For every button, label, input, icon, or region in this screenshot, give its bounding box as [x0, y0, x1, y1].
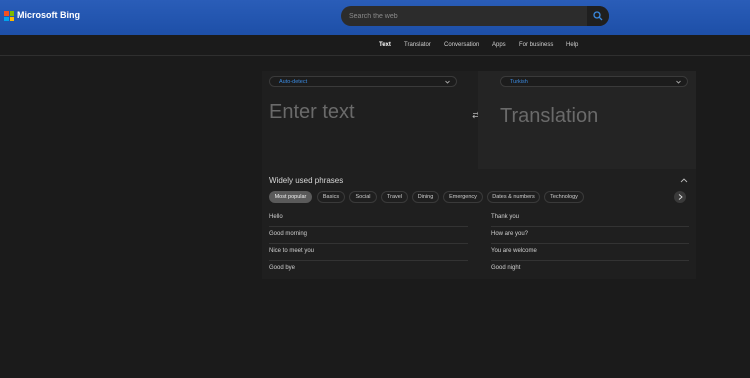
- translator-card: Auto-detect Turkish Translation Widely u…: [262, 71, 696, 279]
- search-button[interactable]: [587, 6, 609, 26]
- divider: [491, 226, 689, 227]
- phrases-title: Widely used phrases: [269, 176, 344, 185]
- phrase-item[interactable]: Good bye: [269, 265, 295, 271]
- chevron-down-icon: [445, 80, 450, 84]
- category-emergency[interactable]: Emergency: [443, 191, 483, 203]
- category-travel[interactable]: Travel: [381, 191, 408, 203]
- nav-help[interactable]: Help: [566, 42, 578, 48]
- translation-output: Translation: [500, 105, 599, 127]
- phrase-item[interactable]: Nice to meet you: [269, 248, 314, 254]
- phrase-item[interactable]: Hello: [269, 214, 283, 220]
- phrase-item[interactable]: How are you?: [491, 231, 528, 237]
- category-dates-numbers[interactable]: Dates & numbers: [487, 191, 540, 203]
- chevron-up-icon[interactable]: [680, 178, 688, 183]
- categories-next-button[interactable]: [674, 191, 686, 203]
- brand-name[interactable]: Microsoft Bing: [17, 10, 80, 20]
- divider: [269, 243, 468, 244]
- divider: [491, 243, 689, 244]
- chevron-right-icon: [678, 194, 683, 200]
- microsoft-logo-icon[interactable]: [4, 11, 14, 21]
- nav-conversation[interactable]: Conversation: [444, 42, 479, 48]
- divider: [269, 226, 468, 227]
- category-technology[interactable]: Technology: [544, 191, 584, 203]
- phrase-item[interactable]: You are welcome: [491, 248, 537, 254]
- category-social[interactable]: Social: [349, 191, 377, 203]
- target-pane: Turkish Translation: [478, 71, 696, 169]
- chevron-down-icon: [676, 80, 681, 84]
- search-icon: [593, 11, 603, 21]
- top-navigation: Text Translator Conversation Apps For bu…: [0, 35, 750, 56]
- source-pane: Auto-detect: [262, 71, 476, 169]
- phrase-item[interactable]: Thank you: [491, 214, 519, 220]
- divider: [491, 260, 689, 261]
- phrase-item[interactable]: Good night: [491, 265, 520, 271]
- source-text-input[interactable]: [269, 101, 469, 131]
- divider: [269, 260, 468, 261]
- phrase-item[interactable]: Good morning: [269, 231, 307, 237]
- header-bar: Microsoft Bing: [0, 0, 750, 35]
- target-language-select[interactable]: Turkish: [500, 76, 688, 87]
- search-box[interactable]: [341, 6, 609, 26]
- nav-for-business[interactable]: For business: [519, 42, 553, 48]
- nav-text[interactable]: Text: [379, 42, 391, 48]
- category-most-popular[interactable]: Most popular: [269, 191, 312, 203]
- category-dining[interactable]: Dining: [412, 191, 439, 203]
- search-input[interactable]: [349, 6, 585, 26]
- source-language-select[interactable]: Auto-detect: [269, 76, 457, 87]
- nav-translator[interactable]: Translator: [404, 42, 431, 48]
- target-language-label: Turkish: [510, 78, 528, 85]
- nav-apps[interactable]: Apps: [492, 42, 506, 48]
- category-basics[interactable]: Basics: [317, 191, 345, 203]
- source-language-label: Auto-detect: [279, 78, 308, 85]
